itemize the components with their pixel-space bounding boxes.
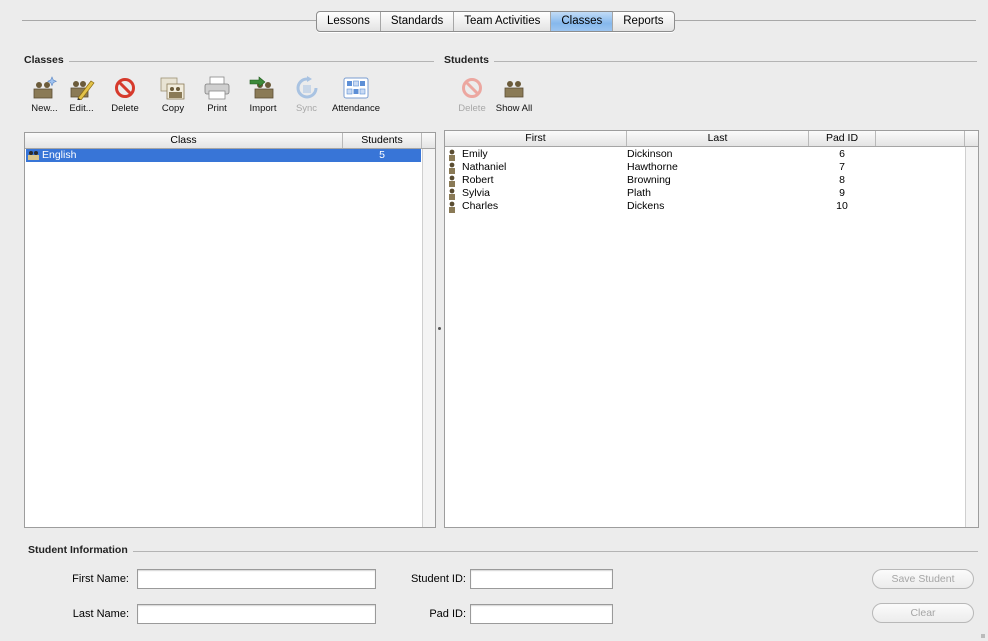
first-name-label: First Name: [72, 573, 129, 585]
classes-toolbar: New... Edit... Delete Copy Print Import … [26, 74, 387, 114]
students-table-header: First Last Pad ID [445, 131, 978, 147]
new-class-label: New... [31, 103, 58, 114]
attendance-button[interactable]: Attendance [325, 74, 387, 114]
classes-table-header: Class Students [25, 133, 435, 149]
students-table[interactable]: First Last Pad ID Emily Dickinson 6 Nath… [444, 130, 979, 528]
students-toolbar: Delete Show All [452, 74, 536, 114]
copy-class-label: Copy [161, 103, 185, 114]
student-icon [448, 201, 456, 217]
main-tab-bar: Lessons Standards Team Activities Classe… [316, 11, 675, 32]
delete-icon [114, 74, 136, 101]
delete-icon [461, 74, 483, 101]
delete-class-label: Delete [111, 103, 139, 114]
student-info-section-header: Student Information [28, 544, 978, 556]
sync-button[interactable]: Sync [288, 74, 325, 114]
last-name-cell: Hawthorne [627, 161, 678, 173]
sync-label: Sync [295, 103, 318, 114]
classes-section-title: Classes [24, 54, 64, 66]
pad-id-label: Pad ID: [429, 608, 466, 620]
save-student-button[interactable]: Save Student [872, 569, 974, 589]
edit-class-button[interactable]: Edit... [63, 74, 100, 114]
import-icon [249, 74, 277, 101]
pad-id-cell: 7 [839, 161, 845, 173]
attendance-label: Attendance [331, 103, 381, 114]
show-all-button[interactable]: Show All [492, 74, 536, 114]
print-button[interactable]: Print [196, 74, 238, 114]
delete-class-button[interactable]: Delete [100, 74, 150, 114]
show-all-students-icon [502, 74, 526, 101]
sync-icon [295, 74, 319, 101]
edit-class-icon [69, 74, 95, 101]
table-row[interactable]: Emily Dickinson 6 [445, 148, 945, 161]
first-name-cell: Robert [462, 174, 494, 186]
first-column-header[interactable]: First [445, 131, 627, 146]
attendance-icon [343, 74, 369, 101]
section-divider [493, 60, 977, 62]
tab-lessons[interactable]: Lessons [317, 12, 381, 31]
printer-icon [203, 74, 231, 101]
tab-classes[interactable]: Classes [551, 12, 614, 31]
first-name-field[interactable] [137, 569, 376, 589]
pad-id-cell: 6 [839, 148, 845, 160]
pad-id-field[interactable] [470, 604, 613, 624]
students-scrollbar[interactable] [965, 147, 978, 527]
tab-team-activities[interactable]: Team Activities [454, 12, 552, 31]
pad-id-cell: 10 [836, 200, 848, 212]
import-button[interactable]: Import [238, 74, 288, 114]
class-name-cell: English [42, 149, 77, 161]
delete-student-label: Delete [458, 103, 486, 114]
show-all-label: Show All [495, 103, 533, 114]
table-row[interactable]: Nathaniel Hawthorne 7 [445, 161, 945, 174]
students-column-header[interactable]: Students [343, 133, 422, 148]
class-students-cell: 5 [379, 149, 385, 161]
student-id-field[interactable] [470, 569, 613, 589]
pad-id-cell: 9 [839, 187, 845, 199]
classes-section-header: Classes [24, 54, 434, 66]
students-section-title: Students [444, 54, 489, 66]
first-name-cell: Charles [462, 200, 499, 212]
copy-class-button[interactable]: Copy [150, 74, 196, 114]
last-name-cell: Dickinson [627, 148, 673, 160]
first-name-cell: Sylvia [462, 187, 491, 199]
import-label: Import [249, 103, 277, 114]
section-divider [68, 60, 434, 62]
copy-icon [160, 74, 186, 101]
last-name-cell: Browning [627, 174, 671, 186]
tab-reports[interactable]: Reports [613, 12, 673, 31]
empty-column-header [876, 131, 965, 146]
first-name-cell: Emily [462, 148, 488, 160]
classes-table[interactable]: Class Students English 5 [24, 132, 436, 528]
print-label: Print [207, 103, 227, 114]
students-section-header: Students [444, 54, 977, 66]
last-name-cell: Plath [627, 187, 651, 199]
student-id-label: Student ID: [410, 573, 466, 585]
window-resize-grip[interactable] [981, 634, 985, 638]
class-column-header[interactable]: Class [25, 133, 343, 148]
section-divider [132, 550, 978, 552]
clear-button[interactable]: Clear [872, 603, 974, 623]
table-row[interactable]: Robert Browning 8 [445, 174, 945, 187]
new-class-button[interactable]: New... [26, 74, 63, 114]
delete-student-button[interactable]: Delete [452, 74, 492, 114]
table-row[interactable]: Sylvia Plath 9 [445, 187, 945, 200]
classes-scrollbar[interactable] [422, 149, 435, 527]
first-name-cell: Nathaniel [462, 161, 507, 173]
table-row[interactable]: English 5 [26, 149, 421, 162]
pad-id-cell: 8 [839, 174, 845, 186]
tab-standards[interactable]: Standards [381, 12, 455, 31]
edit-class-label: Edit... [69, 103, 94, 114]
last-name-field[interactable] [137, 604, 376, 624]
class-icon [28, 151, 39, 164]
new-class-icon [32, 74, 58, 101]
student-info-title: Student Information [28, 544, 128, 556]
table-row[interactable]: Charles Dickens 10 [445, 200, 945, 213]
split-view-divider-handle[interactable] [438, 327, 441, 330]
last-column-header[interactable]: Last [627, 131, 809, 146]
last-name-label: Last Name: [72, 608, 129, 620]
last-name-cell: Dickens [627, 200, 665, 212]
pad-id-column-header[interactable]: Pad ID [809, 131, 876, 146]
